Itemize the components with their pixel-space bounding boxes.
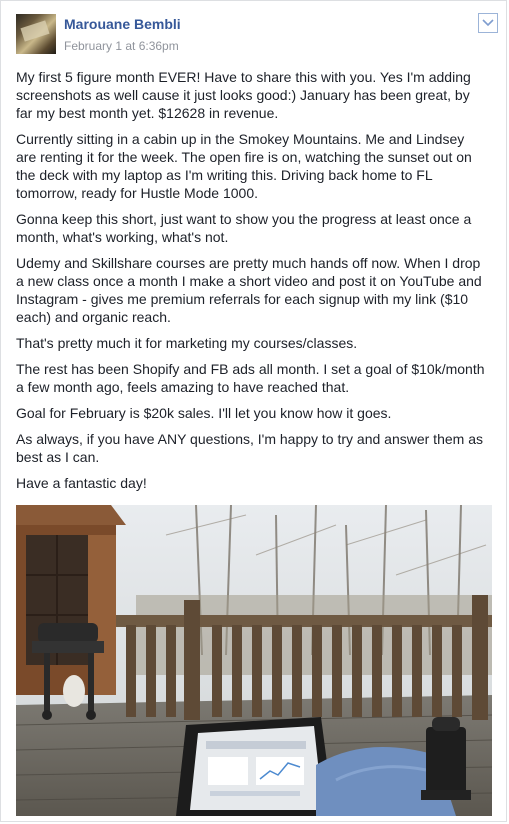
avatar[interactable] bbox=[16, 14, 56, 54]
post-paragraph: That's pretty much it for marketing my c… bbox=[16, 335, 358, 351]
post-paragraph: Udemy and Skillshare courses are pretty … bbox=[16, 255, 482, 325]
post-timestamp[interactable]: February 1 at 6:36pm bbox=[64, 39, 179, 53]
post-paragraph: Currently sitting in a cabin up in the S… bbox=[16, 131, 472, 201]
post-card: Marouane Bembli February 1 at 6:36pm My … bbox=[0, 0, 507, 822]
deck-photo-illustration bbox=[16, 505, 492, 816]
post-options-button[interactable] bbox=[478, 13, 498, 33]
post-paragraph: My first 5 figure month EVER! Have to sh… bbox=[16, 69, 471, 121]
chevron-down-icon bbox=[482, 19, 494, 27]
post-paragraph: The rest has been Shopify and FB ads all… bbox=[16, 361, 485, 395]
post-paragraph: As always, if you have ANY questions, I'… bbox=[16, 431, 483, 465]
post-paragraph: Gonna keep this short, just want to show… bbox=[16, 211, 472, 245]
author-name[interactable]: Marouane Bembli bbox=[64, 16, 181, 32]
post-body: My first 5 figure month EVER! Have to sh… bbox=[16, 68, 488, 500]
post-paragraph: Goal for February is $20k sales. I'll le… bbox=[16, 405, 392, 421]
post-paragraph: Have a fantastic day! bbox=[16, 475, 147, 491]
post-header: Marouane Bembli February 1 at 6:36pm bbox=[16, 13, 498, 57]
post-photo[interactable] bbox=[16, 505, 492, 816]
